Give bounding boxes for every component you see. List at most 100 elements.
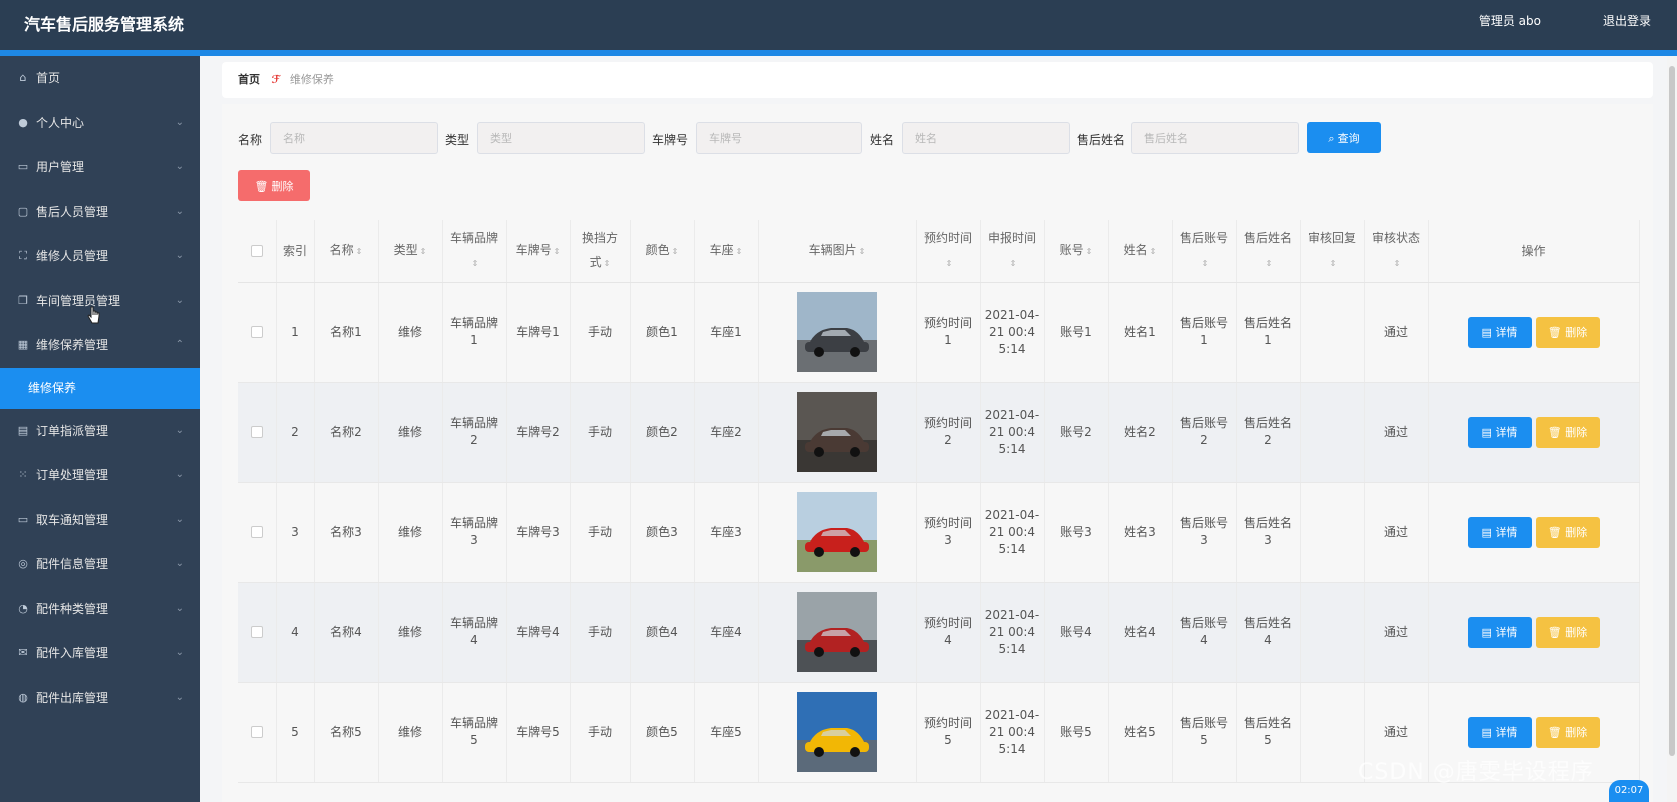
row-checkbox[interactable] <box>250 326 263 338</box>
breadcrumb-home[interactable]: 首页 <box>238 73 260 86</box>
logout-link[interactable]: 退出登录 <box>1603 12 1651 29</box>
column-header[interactable]: 类型 ⇕ <box>378 220 443 283</box>
sort-icon[interactable]: ⇕ <box>1010 259 1017 268</box>
row-checkbox[interactable] <box>250 526 263 538</box>
name-search-input[interactable] <box>270 122 438 154</box>
detail-button[interactable]: ▤ 详情 <box>1467 416 1532 448</box>
sort-icon[interactable]: ⇕ <box>1202 259 1209 268</box>
sort-icon[interactable]: ⇕ <box>604 259 611 268</box>
sidebar-item-order-assign[interactable]: ▤ 订单指派管理 ⌄ <box>0 409 200 454</box>
sort-icon[interactable]: ⇕ <box>946 259 953 268</box>
detail-button[interactable]: ▤ 详情 <box>1467 616 1532 648</box>
column-header[interactable]: 车牌号 ⇕ <box>506 220 571 283</box>
sidebar-item-users[interactable]: ▭ 用户管理 ⌄ <box>0 145 200 190</box>
plate-search-input[interactable] <box>696 122 862 154</box>
header-select-all[interactable] <box>238 220 277 283</box>
watermark-text: CSDN @唐雯毕设程序 <box>1358 760 1594 785</box>
detail-button[interactable]: ▤ 详情 <box>1467 316 1532 348</box>
sort-icon[interactable]: ⇕ <box>472 259 479 268</box>
sidebar-item-parts-info[interactable]: ◎ 配件信息管理 ⌄ <box>0 542 200 587</box>
account-cell: 账号1 <box>1044 282 1109 383</box>
column-header[interactable]: 预约时间⇕ <box>916 220 981 283</box>
person-search-input[interactable] <box>902 122 1070 154</box>
status-cell: 通过 <box>1364 482 1429 583</box>
sidebar-item-repair-staff[interactable]: ⛶ 维修人员管理 ⌄ <box>0 234 200 279</box>
batch-delete-button[interactable]: 🗑︎ 删除 <box>238 170 310 201</box>
column-header[interactable]: 审核回复⇕ <box>1300 220 1365 283</box>
table-row[interactable]: 1 名称1 维修 车辆品牌1 车牌号1 手动 颜色1 车座1 预约时间1 2021-04-21 0… <box>238 282 1640 383</box>
sidebar-item-parts-inbound[interactable]: ✉ 配件入库管理 ⌄ <box>0 631 200 676</box>
table-row[interactable]: 2 名称2 维修 车辆品牌2 车牌号2 手动 颜色2 车座2 预约时间2 2021-04-21 0… <box>238 382 1640 483</box>
column-header[interactable]: 车辆图片 ⇕ <box>758 220 917 283</box>
sort-icon[interactable]: ⇕ <box>356 247 363 256</box>
service-name-search-input[interactable] <box>1131 122 1299 154</box>
sidebar-item-parts-category[interactable]: ◔ 配件种类管理 ⌄ <box>0 587 200 632</box>
column-header[interactable]: 名称 ⇕ <box>314 220 379 283</box>
sort-icon[interactable]: ⇕ <box>1266 259 1273 268</box>
sidebar-item-order-process[interactable]: ⁙ 订单处理管理 ⌄ <box>0 453 200 498</box>
chevron-down-icon: ⌄ <box>175 424 184 436</box>
column-header[interactable]: 车座 ⇕ <box>694 220 759 283</box>
column-header[interactable]: 申报时间⇕ <box>980 220 1045 283</box>
type-search-input[interactable] <box>477 122 645 154</box>
column-header[interactable]: 车辆品牌⇕ <box>442 220 507 283</box>
home-icon: ⌂ <box>19 71 27 84</box>
row-delete-button[interactable]: 🗑︎ 删除 <box>1535 416 1600 448</box>
sidebar-item-label: 维修人员管理 <box>36 249 109 263</box>
select-all-checkbox[interactable] <box>250 245 263 258</box>
sidebar-item-parts-outbound[interactable]: ◍ 配件出库管理 ⌄ <box>0 676 200 721</box>
sort-icon[interactable]: ⇕ <box>672 247 679 256</box>
detail-button[interactable]: ▤ 详情 <box>1467 716 1532 748</box>
sidebar-item-profile[interactable]: ● 个人中心 ⌄ <box>0 101 200 146</box>
plate-cell: 车牌号1 <box>506 282 571 383</box>
car-photo[interactable] <box>797 692 877 772</box>
column-header[interactable]: 审核状态⇕ <box>1364 220 1429 283</box>
sidebar-item-aftersales-staff[interactable]: ▢ 售后人员管理 ⌄ <box>0 190 200 235</box>
trash-icon: 🗑︎ <box>1547 625 1566 639</box>
sort-icon[interactable]: ⇕ <box>736 247 743 256</box>
sidebar-item-home[interactable]: ⌂ 首页 <box>0 56 200 101</box>
scrollbar-thumb[interactable] <box>1669 66 1675 756</box>
column-header[interactable]: 姓名 ⇕ <box>1108 220 1173 283</box>
car-photo[interactable] <box>797 292 877 372</box>
column-header[interactable]: 颜色 ⇕ <box>630 220 695 283</box>
column-header: 索引 <box>276 220 315 283</box>
row-delete-button[interactable]: 🗑︎ 删除 <box>1535 616 1600 648</box>
car-photo[interactable] <box>797 492 877 572</box>
row-select-cell[interactable] <box>238 282 277 383</box>
sidebar-item-pickup-notice[interactable]: ▭ 取车通知管理 ⌄ <box>0 498 200 543</box>
row-delete-button[interactable]: 🗑︎ 删除 <box>1535 516 1600 548</box>
table-row[interactable]: 3 名称3 维修 车辆品牌3 车牌号3 手动 颜色3 车座3 预约时间3 2021-04-21 0… <box>238 482 1640 583</box>
sort-icon[interactable]: ⇕ <box>1394 259 1401 268</box>
query-button[interactable]: ⌕ 查询 <box>1307 122 1381 153</box>
sort-icon[interactable]: ⇕ <box>1150 247 1157 256</box>
detail-button[interactable]: ▤ 详情 <box>1467 516 1532 548</box>
car-photo[interactable] <box>797 592 877 672</box>
column-header[interactable]: 售后姓名⇕ <box>1236 220 1301 283</box>
account-cell: 账号3 <box>1044 482 1109 583</box>
page-scrollbar[interactable] <box>1667 56 1677 802</box>
sidebar-item-maintenance-group[interactable]: ▦ 维修保养管理 ⌃ <box>0 323 200 368</box>
sort-icon[interactable]: ⇕ <box>1330 259 1337 268</box>
sort-icon[interactable]: ⇕ <box>420 247 427 256</box>
row-select-cell[interactable] <box>238 482 277 583</box>
column-header[interactable]: 售后账号⇕ <box>1172 220 1237 283</box>
table-row[interactable]: 4 名称4 维修 车辆品牌4 车牌号4 手动 颜色4 车座4 预约时间4 2021-04-21 0… <box>238 582 1640 683</box>
sort-icon[interactable]: ⇕ <box>1086 247 1093 256</box>
car-image-cell <box>758 482 917 583</box>
reply-cell <box>1300 482 1365 583</box>
row-select-cell[interactable] <box>238 682 277 783</box>
row-checkbox[interactable] <box>250 626 263 638</box>
column-header[interactable]: 账号 ⇕ <box>1044 220 1109 283</box>
column-header[interactable]: 换挡方式 ⇕ <box>570 220 631 283</box>
row-checkbox[interactable] <box>250 726 263 738</box>
row-delete-button[interactable]: 🗑︎ 删除 <box>1535 716 1600 748</box>
row-checkbox[interactable] <box>250 426 263 438</box>
row-select-cell[interactable] <box>238 382 277 483</box>
row-delete-button[interactable]: 🗑︎ 删除 <box>1535 316 1600 348</box>
sidebar-item-maintenance[interactable]: 维修保养 <box>0 367 200 409</box>
sort-icon[interactable]: ⇕ <box>554 247 561 256</box>
row-select-cell[interactable] <box>238 582 277 683</box>
car-photo[interactable] <box>797 392 877 472</box>
sort-icon[interactable]: ⇕ <box>859 247 866 256</box>
